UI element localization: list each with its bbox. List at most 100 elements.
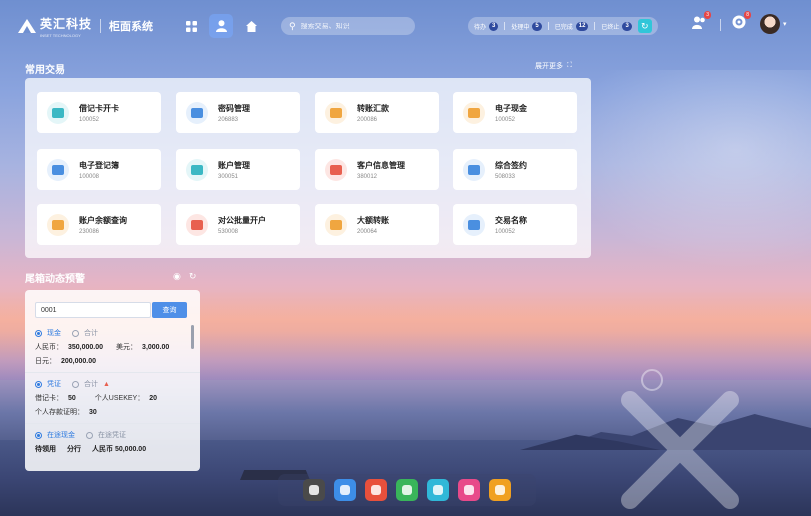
status-todo[interactable]: 待办 3 — [474, 21, 499, 31]
trade-code: 206883 — [218, 116, 239, 123]
user-nav-icon[interactable] — [209, 14, 234, 38]
voucher-radio[interactable] — [35, 380, 42, 388]
transit-branch: 分行 — [67, 446, 81, 453]
vault-warning-title: 尾箱动态预警 — [25, 274, 85, 285]
target-icon[interactable]: ◉ — [173, 271, 181, 282]
trade-code: 100052 — [495, 116, 516, 123]
search-input[interactable] — [300, 22, 408, 30]
status-count: 3 — [622, 21, 632, 31]
total-radio[interactable] — [72, 380, 79, 388]
trade-name: 转账汇款 — [357, 103, 389, 113]
watermark-x-icon — [621, 391, 739, 509]
teller-box-input[interactable] — [35, 302, 151, 318]
logo-icon — [18, 19, 36, 33]
vault-content: 现金 合计 人民币： 350,000.00 美元： 3,000.00 日元： 200,0… — [25, 322, 200, 460]
refresh-icon[interactable]: ↻ — [189, 271, 197, 282]
trade-card[interactable]: 借记卡开卡 100052 — [37, 92, 161, 133]
trade-card[interactable]: 综合签约 508033 — [453, 149, 577, 190]
trade-card[interactable]: 客户信息管理 380012 — [315, 149, 439, 190]
expand-icon: ⛶ — [567, 62, 572, 69]
trade-code: 100052 — [495, 228, 516, 235]
currency-value: 350,000.00 — [68, 343, 104, 351]
transit-status: 待领用 — [35, 446, 56, 453]
trade-card[interactable]: 账户余额查询 230086 — [37, 204, 161, 245]
monitor-app-icon[interactable] — [365, 479, 387, 501]
radio-label: 在途现金 — [47, 432, 75, 439]
divider — [100, 19, 102, 33]
grid-app-icon[interactable] — [303, 479, 325, 501]
status-label: 已完成 — [554, 24, 573, 31]
user-menu[interactable]: ▾ — [760, 14, 787, 34]
customer-icon — [325, 158, 347, 181]
transit-amount: 人民币 50,000.00 — [92, 446, 147, 453]
puzzle-app-icon[interactable] — [489, 479, 511, 501]
brand-name: 英汇科技 — [40, 16, 93, 31]
notification-badge: 3 — [704, 11, 711, 19]
divider — [594, 22, 596, 30]
trade-code: 200086 — [357, 116, 378, 123]
radio-label: 现金 — [47, 330, 61, 337]
currency-value: 200,000.00 — [61, 357, 97, 365]
globe-app-icon[interactable] — [334, 479, 356, 501]
search-icon: ⚲ — [289, 20, 296, 31]
trade-name: 账户管理 — [218, 160, 250, 170]
status-count: 3 — [489, 21, 499, 31]
card-icon — [47, 101, 69, 124]
total-radio[interactable] — [72, 329, 79, 337]
cash-radio[interactable] — [35, 329, 42, 337]
search-box[interactable]: ⚲ — [281, 17, 416, 35]
transit-cash-radio[interactable] — [35, 431, 42, 439]
home-icon[interactable] — [239, 14, 263, 38]
status-done[interactable]: 已完成 12 — [554, 21, 589, 31]
transit-voucher-radio[interactable] — [86, 431, 93, 439]
trade-code: 100008 — [79, 173, 100, 180]
trade-card[interactable]: 电子登记簿 100008 — [37, 149, 161, 190]
calendar-app-icon[interactable] — [427, 479, 449, 501]
trade-code: 200064 — [357, 228, 378, 235]
radio-label: 合计 — [84, 381, 98, 388]
status-count: 12 — [575, 21, 589, 31]
trade-card[interactable]: 密码管理 206883 — [176, 92, 300, 133]
trade-name: 大额转账 — [357, 215, 389, 225]
trade-card[interactable]: 账户管理 300051 — [176, 149, 300, 190]
trade-name: 电子现金 — [495, 103, 527, 113]
voucher-label: 个人存款证明： — [35, 409, 84, 416]
status-processing[interactable]: 处理中 5 — [511, 21, 542, 31]
notification-badge: 8 — [744, 11, 751, 19]
scrollbar[interactable] — [191, 325, 194, 349]
query-button[interactable]: 查询 — [152, 302, 187, 318]
trade-name: 借记卡开卡 — [79, 103, 119, 113]
task-status-bar: 待办 3 处理中 5 已完成 12 已终止 3 ↻ — [468, 17, 658, 35]
settings-icon[interactable]: 8 — [732, 11, 751, 29]
currency-label: 日元： — [35, 358, 56, 365]
expand-more-link[interactable]: 展开更多 ⛶ — [535, 61, 572, 71]
trade-card[interactable]: 电子现金 100052 — [453, 92, 577, 133]
refresh-icon[interactable]: ↻ — [637, 19, 652, 33]
trade-card[interactable]: 交易名称 100052 — [453, 204, 577, 245]
trade-card[interactable]: 大额转账 200064 — [315, 204, 439, 245]
status-count: 5 — [532, 21, 542, 31]
voucher-value: 20 — [149, 394, 157, 402]
ledger-icon — [47, 158, 69, 181]
system-name: 柜面系统 — [109, 21, 154, 33]
status-label: 已终止 — [601, 24, 620, 31]
currency-value: 3,000.00 — [142, 343, 170, 351]
users-icon[interactable]: 3 — [692, 11, 711, 29]
common-trades-panel: 借记卡开卡 100052 密码管理 206883 转账汇款 200086 电子现金 10005… — [25, 78, 591, 258]
radio-label: 凭证 — [47, 381, 61, 388]
trade-name: 交易名称 — [495, 215, 527, 225]
balance-icon — [47, 213, 69, 236]
expand-more-label: 展开更多 — [535, 63, 563, 70]
status-terminated[interactable]: 已终止 3 — [601, 21, 632, 31]
trade-name: 对公批量开户 — [218, 215, 266, 225]
chat-app-icon[interactable] — [396, 479, 418, 501]
status-label: 处理中 — [511, 24, 530, 31]
currency-label: 美元： — [116, 344, 138, 351]
trade-card[interactable]: 对公批量开户 530008 — [176, 204, 300, 245]
trade-name: 账户余额查询 — [79, 215, 127, 225]
trade-name: 电子登记簿 — [79, 160, 119, 170]
brand-logo[interactable]: 英汇科技 INSET TECHNOLOGY — [18, 15, 92, 38]
trade-card[interactable]: 转账汇款 200086 — [315, 92, 439, 133]
shirt-app-icon[interactable] — [458, 479, 480, 501]
apps-grid-icon[interactable] — [179, 14, 203, 38]
